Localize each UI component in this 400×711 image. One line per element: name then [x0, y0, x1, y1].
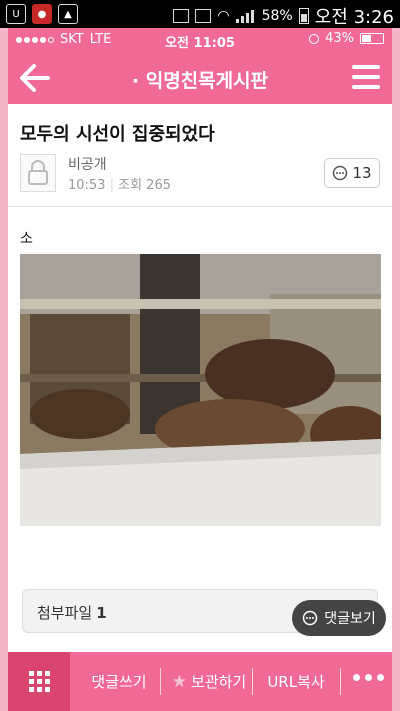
save-button[interactable]: ★ 보관하기: [164, 652, 254, 711]
write-comment-button[interactable]: 댓글쓰기: [74, 652, 164, 711]
author-row: 비공개 10:53 | 조회 265 13: [20, 154, 380, 194]
star-icon: ★: [171, 671, 188, 692]
battery-icon: [298, 8, 309, 24]
grid-menu-icon[interactable]: [8, 652, 70, 711]
attachment-label: 첨부파일: [37, 604, 93, 622]
view-comments-button[interactable]: 댓글보기: [292, 600, 386, 636]
wifi-icon: ◠: [217, 8, 230, 24]
battery-percent: 58%: [261, 8, 293, 24]
post-view: 모두의 시선이 집중되었다 비공개 10:53 | 조회 265 13 소 첨부…: [8, 104, 392, 652]
post-time: 10:53: [68, 178, 106, 193]
comment-count-button[interactable]: 13: [324, 158, 380, 188]
toolbar-divider: [340, 668, 341, 695]
image-notification-icon: ▲: [58, 4, 78, 24]
toolbar-divider: [160, 668, 161, 695]
view-count: 조회 265: [118, 178, 171, 193]
nfc-icon: [195, 9, 212, 23]
copy-url-button[interactable]: URL복사: [254, 652, 338, 711]
battery-percent: 43%: [325, 31, 354, 46]
speech-bubble-icon: [302, 610, 318, 626]
post-meta: 10:53 | 조회 265: [68, 178, 171, 193]
write-comment-label: 댓글쓰기: [91, 673, 147, 691]
divider: [8, 206, 392, 207]
rotation-lock-icon: [309, 33, 320, 44]
more-options-icon[interactable]: [353, 674, 384, 681]
battery-icon: [360, 33, 384, 44]
lock-avatar-icon: [20, 154, 56, 192]
bottom-toolbar: 댓글쓰기 ★ 보관하기 URL복사: [8, 652, 392, 711]
toolbar-divider: [252, 668, 253, 695]
copy-url-label: URL복사: [267, 673, 325, 691]
notification-app-icon: ●: [32, 4, 52, 24]
android-status-bar: U ● ▲ ◠ 58% 오전 3:26: [0, 0, 400, 28]
save-label: 보관하기: [191, 673, 247, 691]
board-title: · 익명친목게시판: [131, 70, 269, 92]
mute-icon: [173, 9, 190, 23]
app-status-bar: SKT LTE 오전 11:05 43%: [8, 28, 392, 52]
post-body: 소: [20, 231, 33, 247]
author-name: 비공개: [68, 157, 107, 173]
speech-bubble-icon: [333, 165, 348, 181]
app-header: · 익명친목게시판: [8, 52, 392, 104]
comment-count: 13: [352, 164, 372, 182]
post-photo[interactable]: [20, 254, 381, 526]
notification-app-icon: U: [6, 4, 26, 24]
signal-icon: [235, 9, 256, 23]
hamburger-menu-icon[interactable]: [352, 65, 380, 89]
view-comments-label: 댓글보기: [324, 611, 376, 627]
attachment-count: 1: [96, 604, 107, 622]
clock: 오전 3:26: [314, 7, 394, 28]
post-title: 모두의 시선이 집중되었다: [20, 124, 215, 145]
